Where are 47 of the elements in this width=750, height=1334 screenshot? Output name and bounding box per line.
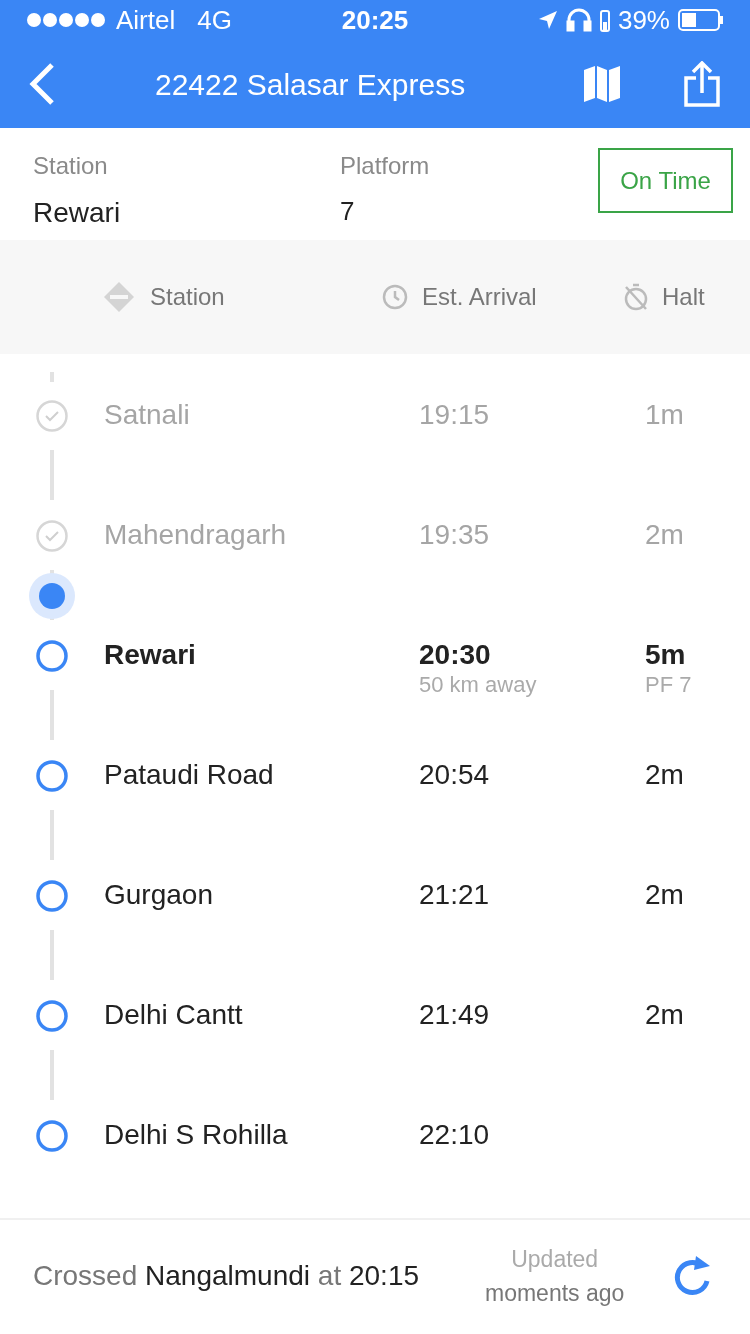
updated-time: moments ago [485, 1279, 625, 1308]
column-header: Station [150, 282, 225, 312]
arrival-time: 20:30 [419, 638, 492, 672]
station-name: Satnali [104, 398, 191, 432]
station-name: Mahendragarh [104, 518, 288, 552]
station-name: Gurgaon [104, 878, 214, 912]
battery-percent: 39% [617, 3, 670, 37]
carrier-name: Airtel [116, 3, 176, 37]
station-name: Rewari [104, 638, 197, 672]
distance-text: 50 km away [419, 672, 538, 698]
column-header: Est. Arrival [422, 282, 537, 312]
updated-label: Updated [511, 1244, 599, 1274]
arrival-time: 21:49 [419, 998, 491, 1032]
nav-title: 22422 Salasar Express [155, 66, 466, 103]
halt-duration: 2m [645, 878, 685, 912]
halt-duration: 5m [645, 638, 687, 672]
arrival-time: 22:10 [419, 1118, 491, 1152]
halt-duration: 2m [645, 518, 685, 552]
halt-duration: 2m [645, 758, 685, 792]
column-header: Halt [662, 282, 705, 312]
arrival-time: 20:54 [419, 758, 491, 792]
station-diamond-icon [104, 282, 134, 312]
arrival-time: 19:35 [419, 518, 491, 552]
platform-text: PF 7 [645, 672, 693, 698]
signal-icon [26, 12, 108, 28]
clock-icon [382, 284, 408, 310]
station-value: Rewari [33, 196, 122, 230]
platform-label: Platform [340, 151, 430, 181]
battery-icon [678, 9, 724, 31]
crossed-status: Crossed Nangalmundi at 20:15 [33, 1259, 421, 1293]
status-badge: On Time [598, 148, 733, 213]
platform-value: 7 [340, 195, 356, 228]
headphones-icon [565, 8, 592, 32]
halt-duration: 2m [645, 998, 685, 1032]
location-arrow-icon [537, 10, 558, 30]
status-time: 20:25 [341, 3, 409, 37]
arrival-time: 21:21 [419, 878, 491, 912]
arrival-time: 19:15 [419, 398, 491, 432]
halt-duration: 1m [645, 398, 685, 432]
station-name: Delhi S Rohilla [104, 1118, 289, 1152]
battery-small-icon [599, 8, 610, 32]
network-type: 4G [197, 3, 232, 37]
share-button[interactable] [682, 60, 722, 108]
station-name: Delhi Cantt [104, 998, 244, 1032]
timer-off-icon [624, 283, 648, 311]
station-label: Station [33, 151, 109, 181]
station-name: Pataudi Road [104, 758, 275, 792]
